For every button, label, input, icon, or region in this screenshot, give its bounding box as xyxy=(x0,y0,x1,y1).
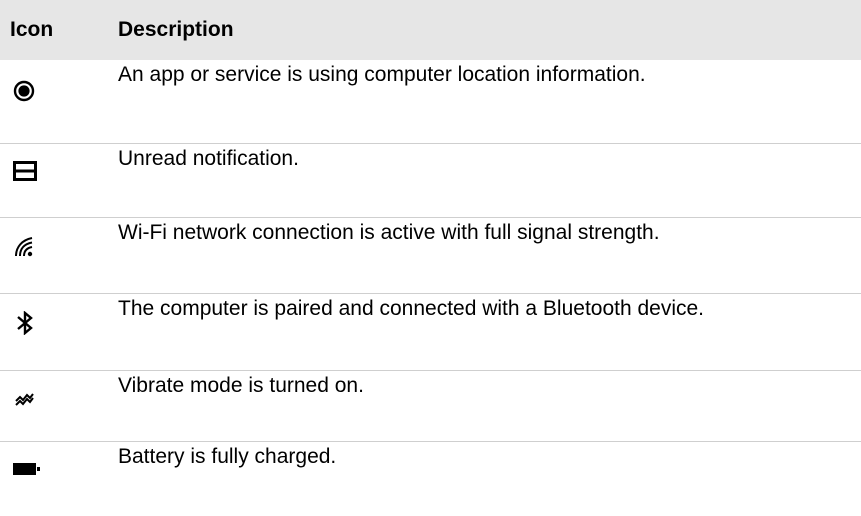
row-description: Unread notification. xyxy=(118,147,299,170)
table-row: Wi-Fi network connection is active with … xyxy=(0,218,861,294)
bluetooth-icon xyxy=(16,311,34,335)
header-description: Description xyxy=(118,18,234,41)
location-icon xyxy=(13,80,35,102)
table-row: Battery is fully charged. xyxy=(0,442,861,516)
wifi-icon xyxy=(13,236,35,258)
row-description: An app or service is using computer loca… xyxy=(118,63,646,86)
vibrate-icon xyxy=(14,389,34,409)
table-row: Vibrate mode is turned on. xyxy=(0,371,861,442)
row-description: Vibrate mode is turned on. xyxy=(118,374,364,397)
row-description: The computer is paired and connected wit… xyxy=(118,297,705,320)
battery-full-icon xyxy=(13,462,41,476)
table-row: Unread notification. xyxy=(0,144,861,218)
status-icons-table: Icon Description An app or service is us… xyxy=(0,0,861,516)
header-icon: Icon xyxy=(10,18,54,41)
row-description: Wi-Fi network connection is active with … xyxy=(118,221,660,244)
notification-icon xyxy=(13,161,37,181)
table-row: An app or service is using computer loca… xyxy=(0,60,861,144)
table-header: Icon Description xyxy=(0,0,861,60)
row-description: Battery is fully charged. xyxy=(118,445,337,468)
table-row: The computer is paired and connected wit… xyxy=(0,294,861,371)
